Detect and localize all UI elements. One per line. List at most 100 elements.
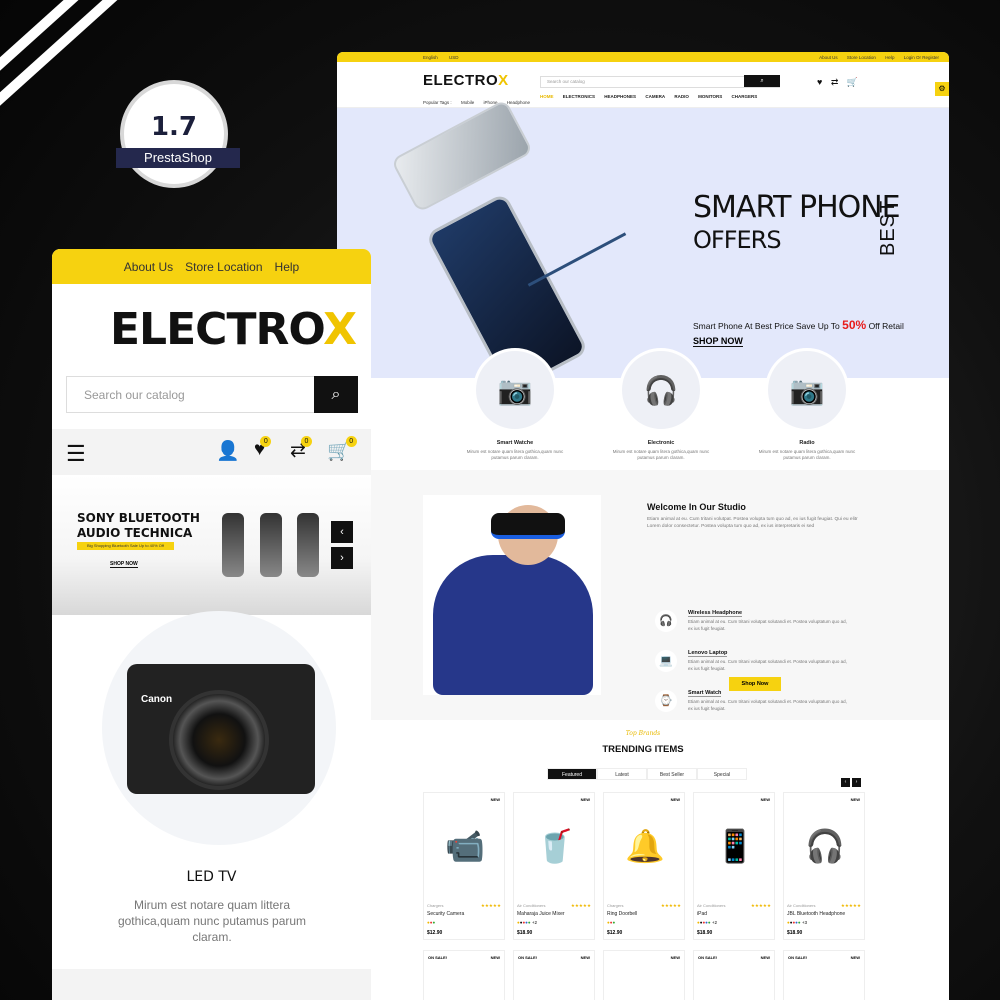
mobile-logo[interactable]: ELECTROX (110, 304, 357, 355)
product-name[interactable]: Maharaja Juice Mixer (517, 911, 565, 917)
cart-icon[interactable]: 🛒 0 (327, 436, 357, 463)
link-about-us[interactable]: About Us (819, 55, 838, 60)
sale-badge: ON SALE! (788, 955, 808, 960)
vr-gamer-image (423, 495, 601, 695)
color-swatches[interactable]: ●●●●● +3 (787, 920, 807, 925)
chevron-right-icon[interactable]: › (852, 778, 861, 787)
wishlist-icon[interactable]: ♥ (817, 77, 822, 87)
nav-monitors[interactable]: MONITORS (698, 94, 722, 99)
banner-shop-now[interactable]: SHOP NOW (110, 561, 138, 568)
hero-sub-percent: 50% (842, 318, 867, 332)
product-card[interactable]: NEW 🎧 Air Conditioners ★★★★★ JBL Bluetoo… (783, 792, 865, 940)
badge-label: PrestaShop (116, 148, 240, 168)
mobile-search-field[interactable]: Search our catalog ⌕ (66, 376, 358, 413)
nav-electronics[interactable]: ELECTRONICS (563, 94, 595, 99)
tab-special[interactable]: Special (697, 768, 747, 780)
nav-chargers[interactable]: CHARGERS (732, 94, 758, 99)
nav-radio[interactable]: RADIO (674, 94, 689, 99)
new-badge: NEW (760, 955, 770, 960)
category-item[interactable]: 📷 Smart Watche Mirum est notare quam lit… (465, 348, 565, 461)
color-swatches[interactable]: ●●●●● +2 (517, 920, 537, 925)
desktop-preview: English USD About Us Store Location Help… (337, 52, 949, 1000)
hero-shop-now-link[interactable]: SHOP NOW (693, 336, 743, 347)
compare-icon[interactable]: ⇄ 0 (290, 436, 312, 462)
tag-item[interactable]: Headphone (507, 100, 530, 105)
product-card[interactable]: NEW (603, 950, 685, 1000)
menu-icon[interactable]: ☰ (66, 441, 86, 467)
product-card[interactable]: ON SALE! NEW (423, 950, 505, 1000)
language-select[interactable]: English (423, 55, 438, 60)
trending-kicker: Top Brands (625, 730, 661, 737)
chevron-left-icon[interactable]: ‹ (841, 778, 850, 787)
product-card[interactable]: ON SALE! NEW (693, 950, 775, 1000)
star-rating: ★★★★★ (570, 903, 591, 908)
feature-title[interactable]: Lenovo Laptop (688, 650, 728, 657)
link-login[interactable]: Login Or Register (904, 55, 939, 60)
camera-icon: 📷 (473, 348, 557, 432)
logo-text: ELECTRO (110, 304, 324, 355)
link-store-location[interactable]: Store Location (847, 55, 876, 60)
color-swatches[interactable]: ●●● (427, 920, 435, 925)
banner-line1: SONY BLUETOOTH (77, 511, 200, 525)
product-card[interactable]: NEW 🔔 Chargers ★★★★★ Ring Doorbell ●●● $… (603, 792, 685, 940)
new-badge: NEW (490, 797, 500, 802)
product-card[interactable]: ON SALE! NEW (513, 950, 595, 1000)
category-item[interactable]: 🎧 Electronic Mirum est notare quam liter… (611, 348, 711, 461)
compare-icon[interactable]: ⇄ (831, 77, 839, 87)
color-swatches[interactable]: ●●●●● +2 (697, 920, 717, 925)
nav-camera[interactable]: CAMERA (645, 94, 665, 99)
product-card[interactable]: ON SALE! NEW (783, 950, 865, 1000)
feature-title[interactable]: Wireless Headphone (688, 610, 743, 617)
search-placeholder: Search our catalog (84, 388, 185, 402)
desktop-search-wrap: ⌕ (540, 75, 780, 88)
banner-title: SONY BLUETOOTH AUDIO TECHNICA (77, 511, 200, 541)
link-help[interactable]: Help (275, 260, 300, 274)
more-colors: +2 (711, 920, 717, 925)
hero-vertical-text: BEST (877, 199, 899, 256)
wishlist-icon[interactable]: ♥ 0 (254, 436, 272, 461)
product-name[interactable]: Ring Doorbell (607, 911, 637, 917)
mobile-product-name[interactable]: LED TV (52, 869, 371, 885)
tab-latest[interactable]: Latest (597, 768, 647, 780)
cart-icon[interactable]: 🛒 (847, 77, 858, 87)
feature-desc: Etiam animal at eu. Cum tritani volutpat… (688, 659, 847, 671)
mobile-search-button[interactable]: ⌕ (314, 376, 358, 413)
feature-title[interactable]: Smart Watch (688, 690, 722, 697)
more-colors: +3 (801, 920, 807, 925)
tag-item[interactable]: Mobile (461, 100, 474, 105)
search-icon: ⌕ (331, 386, 341, 403)
product-name[interactable]: JBL Bluetooth Headphone (787, 911, 845, 917)
camera-icon: 📷 (765, 348, 849, 432)
cart-count: 0 (345, 436, 357, 447)
camera-image[interactable]: Canon (127, 664, 315, 794)
category-desc: Mirum est notare quam litera gothica,qua… (466, 449, 564, 460)
chevron-right-icon[interactable]: › (331, 547, 353, 569)
earbuds-icon: 🎧 (655, 610, 677, 632)
tab-best-seller[interactable]: Best Seller (647, 768, 697, 780)
product-price: $18.90 (787, 930, 803, 936)
product-card[interactable]: NEW 📹 Chargers ★★★★★ Security Camera ●●●… (423, 792, 505, 940)
product-category: Chargers (607, 903, 624, 908)
product-name[interactable]: iPad (697, 911, 707, 917)
product-card[interactable]: NEW 🥤 Air Conditioners ★★★★★ Maharaja Ju… (513, 792, 595, 940)
link-help[interactable]: Help (885, 55, 894, 60)
nav-home[interactable]: HOME (540, 94, 554, 99)
link-store-location[interactable]: Store Location (185, 260, 262, 274)
color-swatches[interactable]: ●●● (607, 920, 615, 925)
currency-select[interactable]: USD (449, 55, 459, 60)
studio-shop-now-button[interactable]: Shop Now (729, 677, 781, 691)
star-rating: ★★★★★ (480, 903, 501, 908)
gear-icon[interactable]: ⚙ (935, 82, 949, 96)
desktop-search-button[interactable]: ⌕ (744, 75, 780, 87)
product-card[interactable]: NEW 📱 Air Conditioners ★★★★★ iPad ●●●●● … (693, 792, 775, 940)
stylus-image (527, 232, 627, 287)
chevron-left-icon[interactable]: ‹ (331, 521, 353, 543)
trending-arrows: ‹ › (839, 770, 861, 788)
tab-featured[interactable]: Featured (547, 768, 597, 780)
link-about-us[interactable]: About Us (124, 260, 173, 274)
desktop-logo[interactable]: ELECTROX (423, 72, 509, 89)
product-name[interactable]: Security Camera (427, 911, 464, 917)
nav-headphones[interactable]: HEADPHONES (604, 94, 636, 99)
category-item[interactable]: 📷 Radio Mirum est notare quam litera got… (757, 348, 857, 461)
user-icon[interactable]: 👤 (216, 439, 240, 463)
